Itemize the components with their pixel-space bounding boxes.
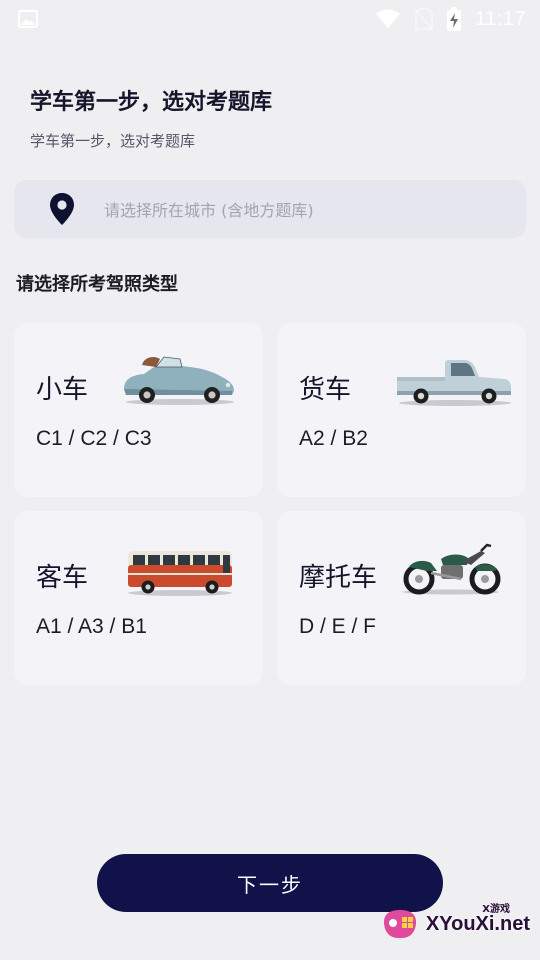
page-title: 学车第一步，选对考题库 xyxy=(30,90,273,115)
motorcycle-icon xyxy=(403,543,501,595)
image-icon xyxy=(18,10,38,28)
city-select-field[interactable]: 请选择所在城市 (含地方题库) xyxy=(14,180,526,238)
license-card-codes: A1 / A3 / B1 xyxy=(36,615,147,638)
license-card-name: 客车 xyxy=(36,563,89,593)
status-bar: 11:17 xyxy=(0,0,540,38)
page-subtitle: 学车第一步，选对考题库 xyxy=(30,132,196,150)
status-clock: 11:17 xyxy=(474,7,526,30)
no-sim-icon xyxy=(415,8,433,30)
license-card-name: 摩托车 xyxy=(299,563,378,593)
license-card-codes: D / E / F xyxy=(299,615,377,638)
license-card-name: 货车 xyxy=(299,375,352,405)
bus-icon xyxy=(128,551,232,596)
watermark-text: XYouXi.net xyxy=(425,912,530,935)
location-pin-icon xyxy=(50,193,74,225)
battery-charging-icon xyxy=(446,7,461,31)
pickup-truck-icon xyxy=(397,360,511,406)
license-card-name: 小车 xyxy=(36,375,89,405)
wifi-icon xyxy=(375,9,400,28)
license-type-label: 请选择所考驾照类型 xyxy=(16,274,178,295)
convertible-car-icon xyxy=(124,356,234,405)
license-card-bus[interactable]: 客车 A1 / A3 / B1 xyxy=(14,511,263,685)
gamepad-logo-icon xyxy=(383,910,416,938)
license-card-motorcycle[interactable]: 摩托车 D / E / F xyxy=(277,511,526,685)
license-card-car[interactable]: 小车 C1 / C2 / C3 xyxy=(14,323,263,497)
license-card-codes: A2 / B2 xyxy=(299,427,368,450)
watermark: X游戏 XYouXi.net xyxy=(378,904,530,944)
city-select-placeholder: 请选择所在城市 (含地方题库) xyxy=(104,201,314,220)
license-card-codes: C1 / C2 / C3 xyxy=(36,427,152,450)
license-card-truck[interactable]: 货车 A2 / B2 xyxy=(277,323,526,497)
watermark-small-text: X游戏 xyxy=(482,904,510,915)
